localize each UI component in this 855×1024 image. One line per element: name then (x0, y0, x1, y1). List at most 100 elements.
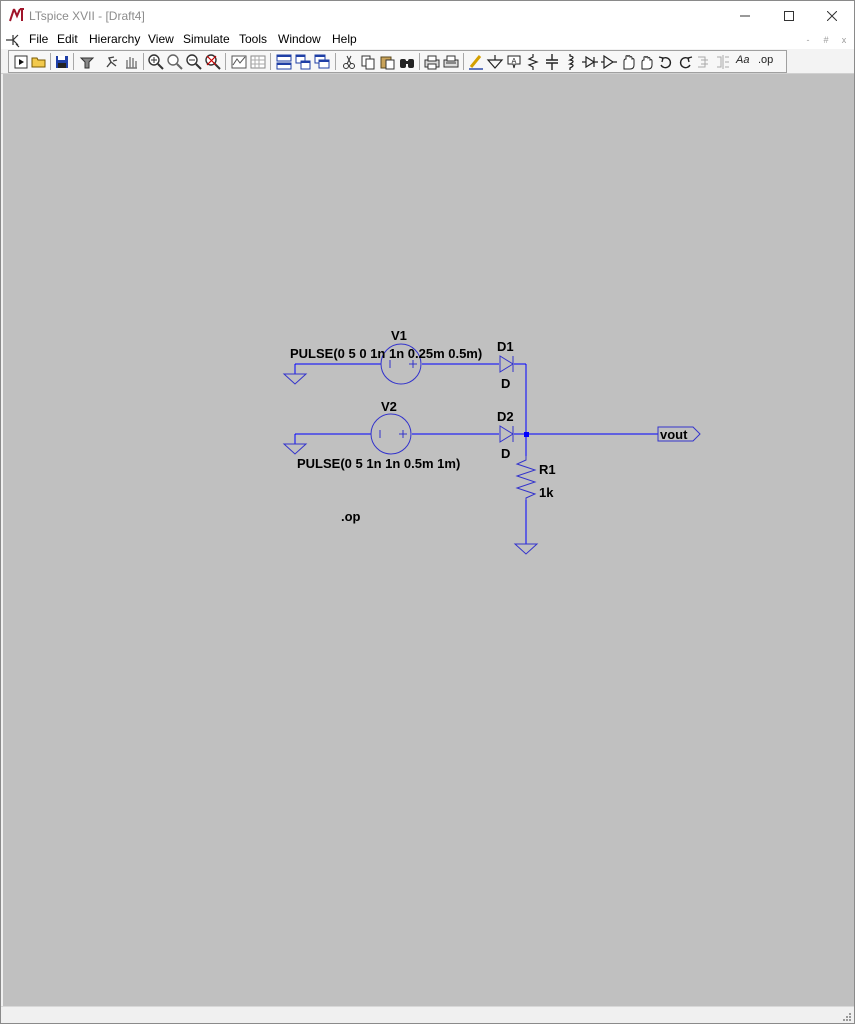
v1-name-label[interactable]: V1 (391, 328, 407, 343)
menu-file[interactable]: File (29, 32, 48, 46)
window-title: LTspice XVII - [Draft4] (29, 9, 145, 23)
find-button[interactable] (398, 53, 416, 71)
toolbar-separator (335, 53, 336, 70)
redo-button[interactable] (676, 53, 694, 71)
d1-name-label[interactable]: D1 (497, 339, 514, 354)
cascade-button[interactable] (313, 53, 331, 71)
net-label-vout[interactable]: vout (660, 427, 687, 442)
copy-icon (361, 55, 375, 70)
zoom-fit-button[interactable] (204, 53, 222, 71)
ground-symbol[interactable] (513, 543, 539, 555)
schematic-doc-icon (6, 34, 20, 48)
menu-simulate[interactable]: Simulate (183, 32, 230, 46)
resize-grip-icon[interactable] (842, 1012, 852, 1022)
print-icon (424, 55, 440, 70)
pan-button[interactable] (122, 53, 140, 71)
mdi-restore-button[interactable]: # (819, 33, 833, 46)
drag-button[interactable] (638, 53, 656, 71)
d2-name-label[interactable]: D2 (497, 409, 514, 424)
cut-button[interactable] (340, 53, 358, 71)
v2-value-label[interactable]: PULSE(0 5 1n 1n 0.5m 1m) (297, 456, 460, 471)
autorange-button[interactable] (230, 53, 248, 71)
mdi-minimize-button[interactable]: - (801, 33, 815, 46)
zoom-out-button[interactable] (185, 53, 203, 71)
menu-tools[interactable]: Tools (239, 32, 267, 46)
ground-symbol[interactable] (282, 443, 308, 455)
r1-name-label[interactable]: R1 (539, 462, 556, 477)
capacitor-icon (546, 54, 558, 70)
resistor-button[interactable] (524, 53, 542, 71)
minimize-button[interactable] (722, 1, 768, 31)
v1-value-label[interactable]: PULSE(0 5 0 1n 1n 0.25m 0.5m) (290, 346, 482, 361)
resistor-r1[interactable] (515, 456, 537, 500)
label-net-button[interactable]: A (505, 53, 523, 71)
menu-view[interactable]: View (148, 32, 174, 46)
schematic-canvas[interactable]: V1 PULSE(0 5 0 1n 1n 0.25m 0.5m) D1 D V2… (3, 74, 854, 1006)
menu-window[interactable]: Window (278, 32, 321, 46)
toolbar-strip: A Aa .op (8, 50, 787, 73)
open-button[interactable] (30, 53, 48, 71)
grid-button[interactable] (249, 53, 267, 71)
mirror-button[interactable] (714, 53, 732, 71)
diode-d1[interactable] (499, 355, 514, 373)
toolbar-separator (270, 53, 271, 70)
rotate-button[interactable] (695, 53, 713, 71)
maximize-button[interactable] (766, 1, 812, 31)
capacitor-button[interactable] (543, 53, 561, 71)
tile-vertical-button[interactable] (294, 53, 312, 71)
drag-icon (641, 56, 653, 70)
spice-directive-op[interactable]: .op (341, 509, 361, 524)
r1-value-label[interactable]: 1k (539, 485, 553, 500)
status-bar (1, 1006, 854, 1023)
cut-icon (343, 55, 355, 69)
undo-button[interactable] (657, 53, 675, 71)
close-icon (827, 11, 837, 21)
diode-button[interactable] (581, 53, 599, 71)
halt-button[interactable] (103, 53, 121, 71)
toolbar-separator (50, 53, 51, 70)
copy-button[interactable] (359, 53, 377, 71)
open-icon (31, 57, 46, 68)
toolbar-separator (419, 53, 420, 70)
diode-d2[interactable] (499, 425, 514, 443)
rotate-icon (698, 56, 708, 68)
mdi-close-button[interactable]: x (837, 33, 851, 46)
print-button[interactable] (423, 53, 441, 71)
spice-directive-button[interactable]: .op (758, 54, 773, 66)
print-setup-button[interactable] (442, 53, 460, 71)
halt-icon (106, 56, 118, 68)
ground-button[interactable] (486, 53, 504, 71)
zoom-in-icon (148, 54, 164, 70)
menu-help[interactable]: Help (332, 32, 357, 46)
zoom-box-button[interactable] (166, 53, 184, 71)
title-bar[interactable]: LTspice XVII - [Draft4] (1, 1, 854, 31)
voltage-source-v2[interactable] (370, 413, 412, 455)
tile-vertical-icon (295, 54, 311, 70)
menu-hierarchy[interactable]: Hierarchy (89, 32, 140, 46)
toolbar-separator (463, 53, 464, 70)
autorange-icon (231, 55, 247, 69)
move-button[interactable] (619, 53, 637, 71)
zoom-out-icon (186, 54, 202, 70)
inductor-button[interactable] (562, 53, 580, 71)
zoom-in-button[interactable] (147, 53, 165, 71)
run-button[interactable] (12, 53, 30, 71)
wire-icon (469, 55, 483, 70)
pan-icon (126, 57, 137, 69)
ground-symbol[interactable] (282, 373, 308, 385)
v2-name-label[interactable]: V2 (381, 399, 397, 414)
menu-edit[interactable]: Edit (57, 32, 78, 46)
text-button[interactable]: Aa (736, 54, 749, 66)
tile-horizontal-button[interactable] (275, 53, 293, 71)
paste-button[interactable] (378, 53, 396, 71)
control-panel-button[interactable] (78, 53, 96, 71)
d2-model-label[interactable]: D (501, 446, 510, 461)
component-button[interactable] (600, 53, 618, 71)
paste-icon (380, 56, 395, 70)
save-button[interactable] (53, 53, 71, 71)
d1-model-label[interactable]: D (501, 376, 510, 391)
move-icon (623, 55, 635, 70)
wire-button[interactable] (467, 53, 485, 71)
menu-bar: File Edit Hierarchy View Simulate Tools … (1, 31, 854, 49)
close-button[interactable] (809, 1, 854, 31)
